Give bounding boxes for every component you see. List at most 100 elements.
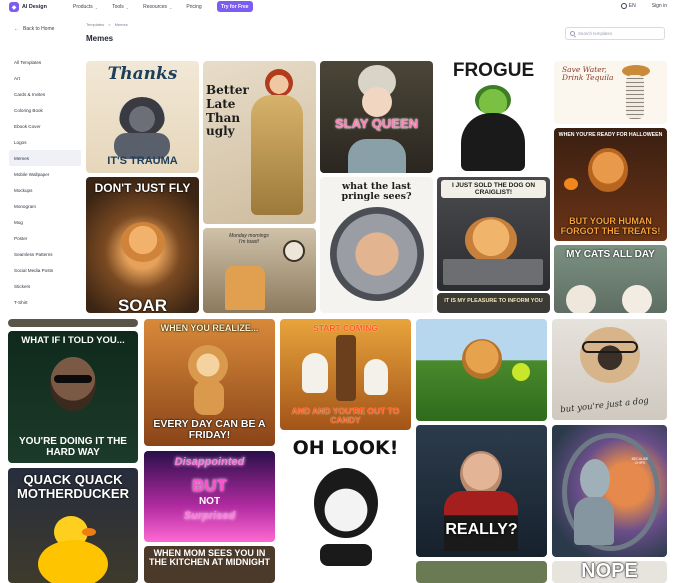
meme-caption: IT'S TRAUMA [107,155,178,168]
meme-card-better-late[interactable]: Better Late Than ugly [203,61,316,224]
search-input[interactable]: Search templates [565,27,665,40]
meme-card-really[interactable]: REALLY? [416,425,547,557]
cat-illustration [566,285,596,313]
back-to-home-label: Back to Home [23,26,55,32]
meme-card-friday[interactable]: WHEN YOU REALIZE... EVERY DAY CAN BE A F… [144,319,275,446]
language-selector[interactable]: EN [620,3,636,9]
meme-card-quack[interactable]: QUACK QUACK MOTHERDUCKER [8,468,138,583]
sidebar-item-logos[interactable]: Logos [9,134,81,150]
meme-caption: I JUST SOLD THE DOG ON CRAIGLIST! [441,180,546,198]
ghost-illustration [364,359,388,395]
clock-illustration [283,240,305,262]
page-title: Memes [86,34,114,43]
alien-illustration [580,459,610,499]
breadcrumb-separator: > [108,22,111,27]
nav-pricing[interactable]: Pricing [186,4,201,10]
logo-icon: ◆ [9,2,19,12]
sidebar-item-mockups[interactable]: Mockups [9,182,81,198]
pumpkin-icon [564,178,578,190]
meme-caption: Monday mornings I'm toast! [229,233,269,245]
sidebar-item-mobile-wallpaper[interactable]: Mobile Wallpaper [9,166,81,182]
meme-caption: BUT [192,476,227,495]
meme-caption: SOAR [117,296,168,313]
meme-card-candy[interactable]: START COMING AND AND YOU'RE OUT TO CANDY [280,319,411,430]
sidebar-item-memes[interactable]: Memes [9,150,81,166]
black-dress [461,113,525,171]
laptop-illustration [443,259,543,285]
meme-card-pug[interactable]: but you're just a dog [552,319,667,420]
sidebar-item-monogram[interactable]: Monogram [9,198,81,214]
meme-caption: AND AND YOU'RE OUT TO CANDY [291,406,400,426]
meme-caption: WHEN YOU'RE READY FOR HALLOWEEN [558,132,663,138]
nav-tools[interactable]: Tools ⌄ [112,4,129,10]
meme-card-oh-look[interactable]: OH LOOK! [280,434,411,583]
dog-illustration [462,339,502,379]
breadcrumb-templates[interactable]: Templates [86,22,104,27]
meme-card-pringle[interactable]: what the last pringle sees? [320,177,433,313]
meme-card-partial[interactable] [416,561,547,583]
sidebar-item-art[interactable]: Art [9,70,81,86]
sidebar-item-mug[interactable]: Mug [9,214,81,230]
sidebar-item-all-templates[interactable]: All Templates [9,54,81,70]
dog-body [194,381,224,415]
meme-caption: EVERY DAY CAN BE A FRIDAY! [153,417,266,441]
sidebar-item-cards-invites[interactable]: Cards & Invites [9,86,81,102]
meme-card-mom-kitchen[interactable]: WHEN MOM SEES YOU IN THE KITCHEN AT MIDN… [144,546,275,583]
meme-card-slay-queen[interactable]: SLAY QUEEN [320,61,433,173]
meme-caption: but you're just a dog [559,396,650,416]
sidebar-item-poster[interactable]: Poster [9,230,81,246]
globe-icon [620,3,627,9]
sign-in-link[interactable]: Sign in [652,3,667,9]
meme-caption: WHAT IF I TOLD YOU... [21,335,125,346]
meme-card-tequila[interactable]: Save Water, Drink Tequila [554,61,667,124]
skeleton-illustration [626,75,644,119]
nav-resources[interactable]: Resources ⌄ [143,4,172,10]
nav-links: Products ⌄ Tools ⌄ Resources ⌄ Pricing [73,4,202,10]
breadcrumb-current: Memes [114,22,128,27]
meme-card-dog-ball[interactable] [416,319,547,421]
meme-card-sold-dog[interactable]: I JUST SOLD THE DOG ON CRAIGLIST! [437,177,550,291]
back-to-home-link[interactable]: ← Back to Home [14,26,54,32]
sidebar-item-stickers[interactable]: Stickers [9,278,81,294]
meme-card-frogue[interactable]: FROGUE [437,61,550,173]
binoculars-icon [320,544,372,566]
meme-caption: QUACK QUACK MOTHERDUCKER [17,472,129,501]
top-navigation: ◆ AI Design Products ⌄ Tools ⌄ Resources ⌄ … [0,0,682,14]
meme-card-my-cats[interactable]: MY CATS ALL DAY [554,245,667,313]
woman-illustration [314,468,378,538]
can-view-illustration [330,207,424,301]
meme-caption: FROGUE [452,61,535,81]
cat-illustration [121,222,165,262]
meme-caption: what the last pringle sees? [341,181,412,202]
tree-illustration [336,335,356,401]
nav-products[interactable]: Products ⌄ [73,4,98,10]
meme-card-alien[interactable]: BECAUSE CHIPS [552,425,667,557]
duck-beak [82,528,96,536]
meme-card-thanks[interactable]: Thanks IT'S TRAUMA [86,61,199,173]
frog-illustration [475,85,511,115]
cat-illustration [465,217,517,263]
chevron-down-icon: ⌄ [169,4,173,10]
meme-card-halloween[interactable]: WHEN YOU'RE READY FOR HALLOWEEN BUT YOUR… [554,128,667,241]
meme-caption: MY CATS ALL DAY [566,249,655,260]
try-for-free-button[interactable]: Try for Free [217,1,253,12]
meme-card-monday[interactable]: Monday mornings I'm toast! [203,228,316,313]
sidebar-item-coloring-book[interactable]: Coloring Book [9,102,81,118]
sidebar-item-seamless-patterns[interactable]: Seamless Patterns [9,246,81,262]
nav-right: EN Sign in [620,3,667,9]
meme-caption: YOU'RE DOING IT THE HARD WAY [19,436,127,458]
meme-card-what-if[interactable]: WHAT IF I TOLD YOU... YOU'RE DOING IT TH… [8,331,138,463]
meme-card-pleasure[interactable]: IT IS MY PLEASURE TO INFORM YOU [437,293,550,313]
meme-card-soar[interactable]: DON'T JUST FLY SOAR [86,177,199,313]
meme-card-nope[interactable]: NOPE [552,561,667,583]
gown-illustration [348,139,406,173]
sidebar-item-t-shirt[interactable]: T-Shirt [9,294,81,310]
meme-card-disappointed[interactable]: Disappointed BUT NOT Surprised [144,451,275,542]
sidebar-item-ebook-cover[interactable]: Ebook Cover [9,118,81,134]
sidebar-item-social-media-posts[interactable]: Social Media Posts [9,262,81,278]
alien-body [574,497,614,545]
meme-caption: BECAUSE CHIPS [631,457,649,465]
logo[interactable]: ◆ AI Design [9,2,47,12]
sidebar: All Templates Art Cards & Invites Coloring … [9,54,81,310]
meme-card-partial[interactable] [8,319,138,327]
